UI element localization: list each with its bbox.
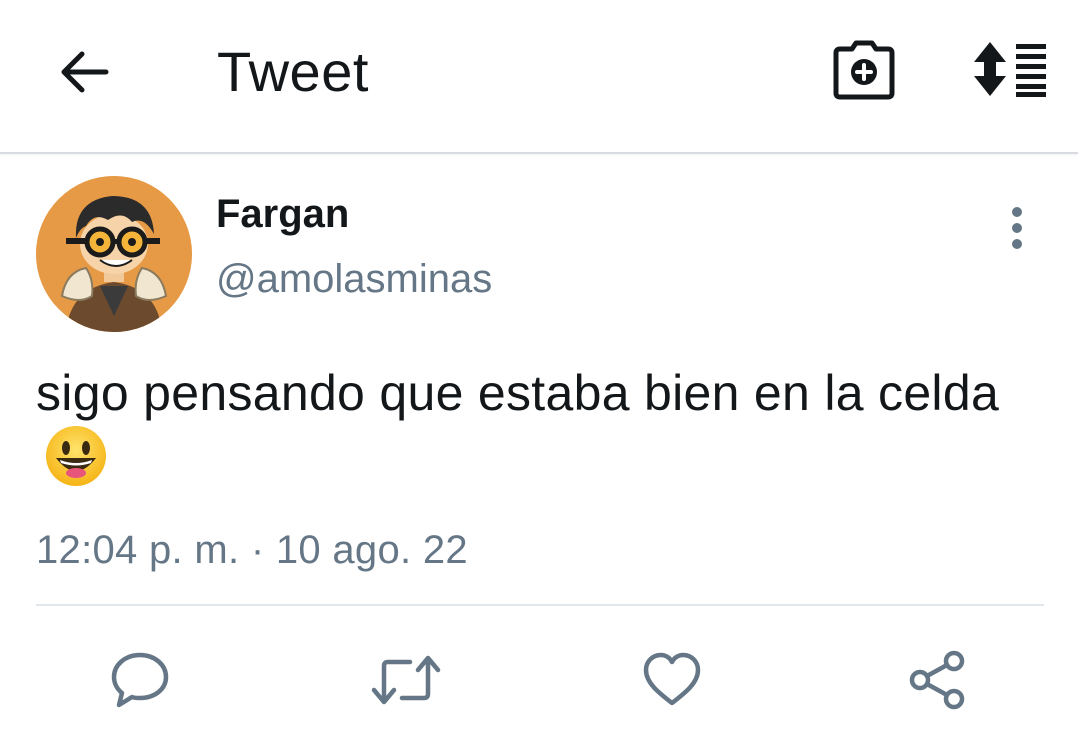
- retweet-button[interactable]: [370, 644, 442, 716]
- avatar[interactable]: [36, 176, 192, 332]
- sort-list-icon: [974, 42, 1046, 97]
- tweet-timestamp: 12:04 p. m. · 10 ago. 22: [36, 528, 468, 572]
- more-options-button[interactable]: [996, 204, 1038, 252]
- grinning-face-emoji: [46, 426, 106, 486]
- heart-icon: [643, 652, 701, 706]
- tweet-text-content: sigo pensando que estaba bien en la celd…: [36, 365, 1000, 421]
- author-name[interactable]: Fargan: [216, 190, 349, 238]
- sort-button[interactable]: [966, 36, 1050, 102]
- divider: [36, 604, 1044, 606]
- share-button[interactable]: [902, 644, 974, 716]
- reply-button[interactable]: [104, 644, 176, 716]
- arrow-left-icon: [61, 51, 109, 93]
- back-button[interactable]: [52, 40, 116, 104]
- avatar-image: [36, 176, 192, 332]
- camera-plus-icon: [833, 40, 895, 100]
- more-vertical-icon: [1012, 207, 1022, 249]
- camera-button[interactable]: [828, 36, 900, 104]
- page-title: Tweet: [217, 40, 369, 103]
- retweet-icon: [371, 655, 441, 705]
- share-icon: [909, 650, 965, 710]
- tweet-detail-screen: Tweet Fargan @amolasminas sigo pensando …: [0, 0, 1078, 749]
- tweet-text: sigo pensando que estaba bien en la celd…: [36, 362, 1036, 490]
- top-app-bar: Tweet: [0, 0, 1078, 154]
- author-handle[interactable]: @amolasminas: [216, 255, 492, 303]
- like-button[interactable]: [636, 644, 708, 716]
- reply-icon: [111, 652, 169, 708]
